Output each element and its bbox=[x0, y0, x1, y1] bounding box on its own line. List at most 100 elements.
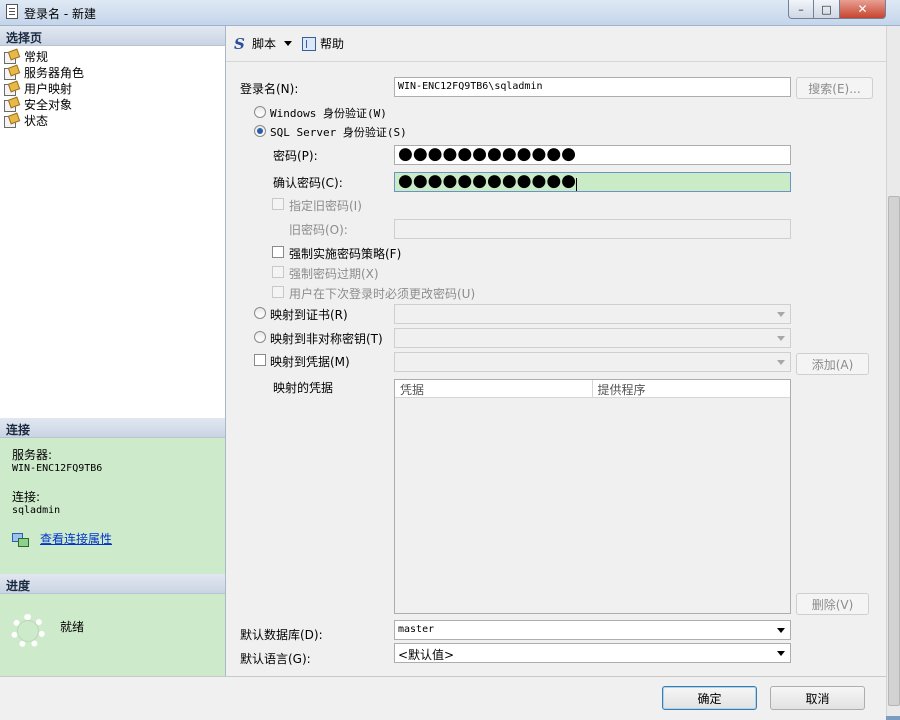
grid-col-credential[interactable]: 凭据 bbox=[395, 380, 593, 397]
chevron-down-icon[interactable] bbox=[284, 41, 293, 46]
script-button[interactable]: S 脚本 bbox=[234, 34, 293, 53]
page-item-label: 状态 bbox=[24, 113, 49, 128]
certificate-select[interactable] bbox=[394, 304, 791, 324]
text-caret bbox=[576, 177, 578, 191]
default-language-value: <默认值> bbox=[398, 648, 455, 662]
connection-header: 连接 bbox=[0, 418, 225, 438]
search-button[interactable]: 搜索(E)... bbox=[796, 77, 873, 99]
server-value: WIN-ENC12FQ9TB6 bbox=[12, 463, 103, 474]
window-controls: – □ ✕ bbox=[788, 0, 886, 19]
default-language-label: 默认语言(G): bbox=[240, 652, 311, 666]
page-item-status[interactable]: 状态 bbox=[4, 112, 221, 128]
enforce-policy-checkbox[interactable] bbox=[272, 246, 284, 258]
cancel-button[interactable]: 取消 bbox=[770, 686, 865, 710]
view-connection-properties[interactable]: 查看连接属性 bbox=[12, 530, 213, 547]
script-label: 脚本 bbox=[252, 37, 277, 51]
sql-auth-radio[interactable] bbox=[254, 125, 266, 137]
grid-header: 凭据 提供程序 bbox=[395, 380, 790, 398]
help-button[interactable]: 帮助 bbox=[302, 35, 344, 52]
connection-value: sqladmin bbox=[12, 505, 61, 516]
remove-button[interactable]: 删除(V) bbox=[796, 593, 869, 615]
grid-col-provider[interactable]: 提供程序 bbox=[593, 380, 791, 397]
chevron-down-icon bbox=[772, 305, 790, 323]
maximize-button[interactable]: □ bbox=[814, 0, 840, 19]
minimize-button[interactable]: – bbox=[788, 0, 814, 19]
page-icon bbox=[4, 82, 18, 96]
must-change-checkbox[interactable] bbox=[272, 286, 284, 298]
dialog-footer: 确定 取消 bbox=[0, 676, 886, 720]
progress-header: 进度 bbox=[0, 574, 225, 594]
page-item-general[interactable]: 常规 bbox=[4, 48, 221, 64]
sql-auth-label: SQL Server 身份验证(S) bbox=[270, 126, 407, 139]
enforce-expiration-checkbox[interactable] bbox=[272, 266, 284, 278]
default-database-label: 默认数据库(D): bbox=[240, 628, 323, 642]
progress-spinner-icon bbox=[11, 614, 45, 648]
close-button[interactable]: ✕ bbox=[840, 0, 886, 19]
map-credential-label: 映射到凭据(M) bbox=[270, 355, 350, 369]
main-panel: S 脚本 帮助 登录名(N): WIN-ENC12FQ9TB6\sqladmin… bbox=[226, 26, 886, 676]
map-asymmetric-key-radio[interactable] bbox=[254, 331, 266, 343]
credential-select[interactable] bbox=[394, 352, 791, 372]
document-icon bbox=[6, 4, 18, 19]
page-icon bbox=[4, 114, 18, 128]
script-icon: S bbox=[234, 34, 245, 53]
progress-status: 就绪 bbox=[60, 620, 85, 634]
left-panel: 选择页 常规 服务器角色 用户映射 安全对象 状态 连接 服务器: WIN-EN… bbox=[0, 26, 226, 696]
enforce-policy-label: 强制实施密码策略(F) bbox=[289, 247, 402, 261]
ok-button[interactable]: 确定 bbox=[662, 686, 757, 710]
confirm-password-mask: ●●●●●●●●●●●● bbox=[398, 172, 577, 191]
map-credential-checkbox[interactable] bbox=[254, 354, 266, 366]
windows-auth-radio[interactable] bbox=[254, 106, 266, 118]
windows-auth-label: Windows 身份验证(W) bbox=[270, 107, 387, 120]
login-name-label: 登录名(N): bbox=[240, 82, 299, 96]
mapped-credentials-label: 映射的凭据 bbox=[273, 381, 334, 395]
page-item-label: 常规 bbox=[24, 49, 49, 64]
map-certificate-radio[interactable] bbox=[254, 307, 266, 319]
specify-old-password-label: 指定旧密码(I) bbox=[289, 199, 362, 213]
confirm-password-input[interactable]: ●●●●●●●●●●●● bbox=[394, 172, 791, 192]
specify-old-password-checkbox[interactable] bbox=[272, 198, 284, 210]
chevron-down-icon bbox=[772, 621, 790, 639]
page-item-label: 安全对象 bbox=[24, 97, 73, 112]
page-icon bbox=[4, 50, 18, 64]
page-item-label: 服务器角色 bbox=[24, 65, 85, 80]
page-item-server-roles[interactable]: 服务器角色 bbox=[4, 64, 221, 80]
mapped-credentials-grid[interactable]: 凭据 提供程序 bbox=[394, 379, 791, 614]
toolbar: S 脚本 帮助 bbox=[226, 26, 886, 62]
must-change-label: 用户在下次登录时必须更改密码(U) bbox=[289, 287, 476, 301]
page-item-user-mapping[interactable]: 用户映射 bbox=[4, 80, 221, 96]
chevron-down-icon bbox=[772, 329, 790, 347]
password-mask: ●●●●●●●●●●●● bbox=[398, 145, 577, 164]
old-password-input[interactable] bbox=[394, 219, 791, 239]
asymmetric-key-select[interactable] bbox=[394, 328, 791, 348]
enforce-expiration-label: 强制密码过期(X) bbox=[289, 267, 379, 281]
chevron-down-icon bbox=[772, 644, 790, 662]
map-certificate-label: 映射到证书(R) bbox=[270, 308, 348, 322]
add-button[interactable]: 添加(A) bbox=[796, 353, 869, 375]
scrollbar-thumb[interactable] bbox=[888, 196, 900, 706]
network-icon bbox=[12, 532, 29, 547]
page-list: 常规 服务器角色 用户映射 安全对象 状态 bbox=[0, 46, 225, 418]
default-database-value: master bbox=[398, 624, 435, 635]
default-database-select[interactable]: master bbox=[394, 620, 791, 640]
password-input[interactable]: ●●●●●●●●●●●● bbox=[394, 145, 791, 165]
window-title: 登录名 - 新建 bbox=[24, 7, 96, 21]
page-item-label: 用户映射 bbox=[24, 81, 73, 96]
page-icon bbox=[4, 66, 18, 80]
page-item-securables[interactable]: 安全对象 bbox=[4, 96, 221, 112]
page-icon bbox=[4, 98, 18, 112]
connection-section: 连接 服务器: WIN-ENC12FQ9TB6 连接: sqladmin 查看连… bbox=[0, 418, 225, 574]
old-password-label: 旧密码(O): bbox=[289, 223, 348, 237]
vertical-scrollbar[interactable] bbox=[886, 26, 900, 716]
help-label: 帮助 bbox=[320, 37, 345, 51]
help-icon bbox=[302, 36, 317, 51]
map-asymmetric-key-label: 映射到非对称密钥(T) bbox=[270, 332, 383, 346]
view-connection-properties-link[interactable]: 查看连接属性 bbox=[40, 530, 112, 547]
login-name-input[interactable]: WIN-ENC12FQ9TB6\sqladmin bbox=[394, 77, 791, 97]
connection-body: 服务器: WIN-ENC12FQ9TB6 连接: sqladmin 查看连接属性 bbox=[0, 438, 225, 574]
server-label: 服务器: bbox=[12, 448, 53, 462]
confirm-password-label: 确认密码(C): bbox=[273, 176, 343, 190]
select-page-header: 选择页 bbox=[0, 26, 225, 46]
title-bar: 登录名 - 新建 – □ ✕ bbox=[0, 0, 900, 26]
default-language-select[interactable]: <默认值> bbox=[394, 643, 791, 663]
